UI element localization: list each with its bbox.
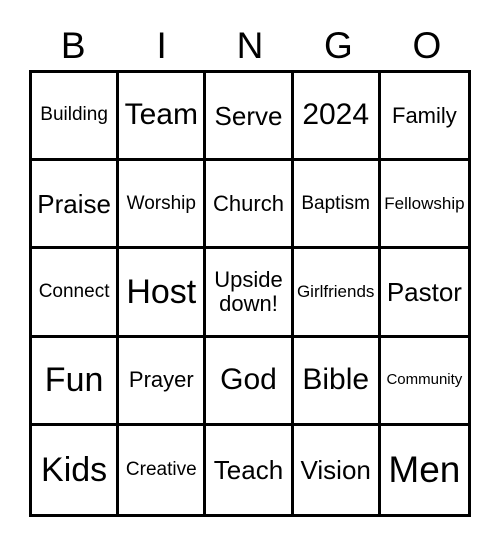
- bingo-cell[interactable]: Host: [119, 249, 207, 338]
- bingo-cell-label: Praise: [37, 188, 111, 219]
- bingo-header-letter-g: G: [324, 24, 353, 66]
- bingo-cell-label: Team: [124, 98, 198, 132]
- bingo-cell[interactable]: Community: [380, 337, 468, 426]
- bingo-cell[interactable]: God: [206, 337, 294, 426]
- bingo-header-letter-i: I: [156, 24, 167, 66]
- bingo-cell-label: God: [220, 363, 277, 396]
- bingo-cell-label: Fellowship: [384, 193, 465, 213]
- bingo-cell-label: Bible: [302, 363, 370, 396]
- bingo-cell-label: Connect: [38, 280, 110, 302]
- bingo-grid: Building Team Serve 2024 Family Praise Worship…: [29, 70, 471, 517]
- bingo-cell[interactable]: Baptism: [293, 161, 381, 250]
- bingo-cell[interactable]: Bible: [293, 337, 381, 426]
- bingo-cell-label: Kids: [41, 450, 108, 489]
- bingo-cell-label: Men: [388, 448, 461, 490]
- bingo-cell[interactable]: Upside down!: [206, 249, 294, 338]
- bingo-card: B I N G O Building Team Serve 2024 Family Pra…: [0, 0, 501, 544]
- bingo-cell-label: Vision: [300, 454, 371, 485]
- bingo-cell-label: Serve: [214, 100, 283, 131]
- bingo-cell[interactable]: Connect: [32, 249, 120, 338]
- bingo-cell-label: Creative: [125, 458, 197, 480]
- bingo-cell[interactable]: Vision: [293, 425, 381, 514]
- bingo-cell-label: Prayer: [128, 367, 194, 393]
- bingo-cell[interactable]: Worship: [119, 161, 207, 250]
- bingo-cell-label: Church: [213, 190, 284, 216]
- bingo-cell-label: Fun: [44, 360, 104, 399]
- bingo-cell-label: Girlfriends: [296, 281, 375, 301]
- bingo-cell[interactable]: Kids: [32, 425, 120, 514]
- bingo-cell[interactable]: Girlfriends: [293, 249, 381, 338]
- bingo-cell-label: Building: [40, 104, 108, 126]
- bingo-cell[interactable]: Prayer: [119, 337, 207, 426]
- bingo-cell-label: Community: [386, 371, 463, 389]
- bingo-cell-label: Baptism: [301, 192, 371, 214]
- bingo-cell[interactable]: 2024: [293, 73, 381, 162]
- bingo-cell[interactable]: Praise: [32, 161, 120, 250]
- bingo-cell-label: Upside down!: [214, 267, 283, 316]
- bingo-cell-label: Worship: [126, 192, 196, 214]
- bingo-header-letter-o: O: [412, 24, 442, 66]
- bingo-cell[interactable]: Team: [119, 73, 207, 162]
- bingo-cell[interactable]: Building: [32, 73, 120, 162]
- bingo-cell[interactable]: Family: [380, 73, 468, 162]
- bingo-cell-label: 2024: [302, 98, 370, 132]
- bingo-cell[interactable]: Creative: [119, 425, 207, 514]
- bingo-header-letter-n: N: [236, 24, 264, 66]
- bingo-cell[interactable]: Fellowship: [380, 161, 468, 250]
- bingo-header-letter-b: B: [60, 24, 86, 66]
- bingo-cell[interactable]: Pastor: [380, 249, 468, 338]
- bingo-cell[interactable]: Fun: [32, 337, 120, 426]
- bingo-cell-label: Host: [126, 272, 197, 311]
- bingo-cell[interactable]: Teach: [206, 425, 294, 514]
- bingo-cell[interactable]: Serve: [206, 73, 294, 162]
- bingo-cell[interactable]: Church: [206, 161, 294, 250]
- bingo-cell[interactable]: Men: [380, 425, 468, 514]
- bingo-cell-label: Pastor: [386, 276, 462, 307]
- bingo-cell-label: Family: [392, 102, 457, 128]
- bingo-header-row: B I N G O: [29, 22, 471, 68]
- bingo-cell-label: Teach: [213, 454, 284, 485]
